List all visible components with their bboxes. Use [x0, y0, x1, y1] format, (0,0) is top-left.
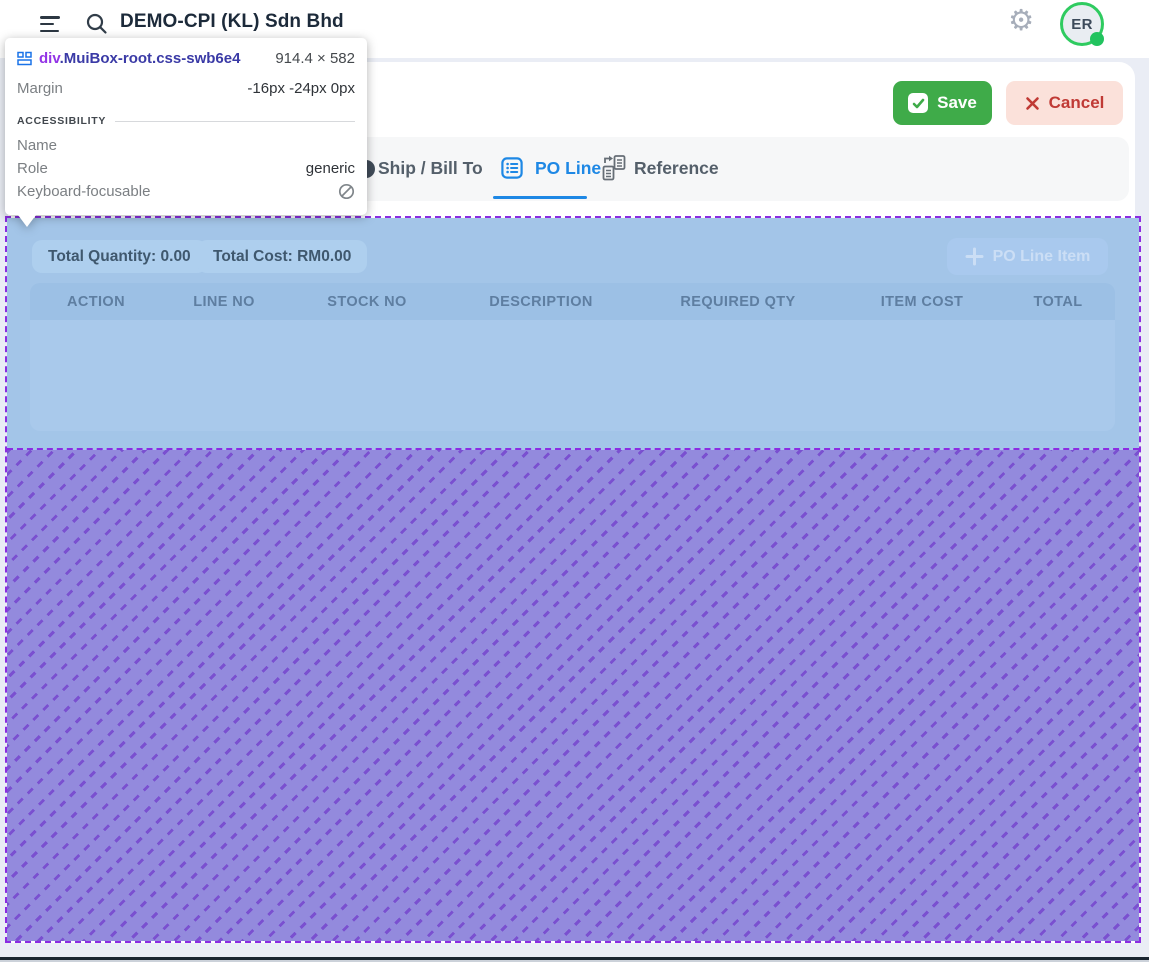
- tab-ship-bill-to[interactable]: Ship / Bill To: [378, 158, 483, 179]
- po-line-table-header: ACTION LINE NO STOCK NO DESCRIPTION REQU…: [30, 283, 1115, 320]
- devtools-tooltip: div.MuiBox-root.css-swb6e4 914.4 × 582 M…: [5, 38, 367, 215]
- save-button-label: Save: [937, 93, 977, 113]
- tab-po-line[interactable]: PO Line: [535, 158, 601, 179]
- cancel-button[interactable]: Cancel: [1006, 81, 1123, 125]
- online-status-dot: [1090, 32, 1104, 46]
- col-header-required-qty: REQUIRED QTY: [680, 294, 795, 310]
- margin-value: -16px -24px 0px: [247, 80, 355, 97]
- a11y-role-value: generic: [306, 160, 355, 177]
- add-po-line-item-button[interactable]: PO Line Item: [947, 238, 1108, 275]
- po-line-table-empty-body: [30, 320, 1115, 431]
- settings-gear-icon[interactable]: ⚙: [1008, 7, 1034, 36]
- inspected-selector: div.MuiBox-root.css-swb6e4: [39, 50, 240, 67]
- margin-label: Margin: [17, 80, 63, 97]
- col-header-description: DESCRIPTION: [489, 294, 593, 310]
- devtools-highlight-region: Total Quantity: 0.00 Total Cost: RM0.00 …: [5, 216, 1141, 943]
- cancel-x-icon: [1025, 96, 1040, 111]
- menu-icon[interactable]: [40, 16, 62, 36]
- col-header-item-cost: ITEM COST: [881, 294, 964, 310]
- po-line-list-icon: [500, 156, 524, 180]
- col-header-stock-no: STOCK NO: [327, 294, 406, 310]
- col-header-action: ACTION: [67, 294, 125, 310]
- a11y-role-label: Role: [17, 160, 48, 177]
- plus-icon: [965, 247, 984, 266]
- avatar-initials: ER: [1071, 16, 1092, 33]
- po-line-table: ACTION LINE NO STOCK NO DESCRIPTION REQU…: [30, 283, 1115, 431]
- tab-reference[interactable]: Reference: [634, 158, 719, 179]
- company-title: DEMO-CPI (KL) Sdn Bhd: [120, 11, 344, 33]
- save-check-icon: [908, 93, 928, 113]
- reference-pages-icon: [600, 154, 627, 182]
- add-po-line-item-label: PO Line Item: [993, 248, 1091, 266]
- col-header-line-no: LINE NO: [193, 294, 255, 310]
- col-header-total: TOTAL: [1034, 294, 1083, 310]
- active-tab-indicator: [493, 196, 587, 200]
- inspected-dimensions: 914.4 × 582: [275, 50, 355, 67]
- devtools-content-highlight: Total Quantity: 0.00 Total Cost: RM0.00 …: [7, 218, 1139, 450]
- total-quantity-chip: Total Quantity: 0.00: [32, 240, 207, 273]
- save-button[interactable]: Save: [893, 81, 992, 125]
- blocked-icon: [338, 183, 355, 200]
- user-avatar[interactable]: ER: [1060, 2, 1104, 46]
- element-badge-icon: [17, 51, 32, 66]
- accessibility-section-header: ACCESSIBILITY: [17, 115, 355, 127]
- total-cost-chip: Total Cost: RM0.00: [197, 240, 367, 273]
- a11y-keyboard-focusable-label: Keyboard-focusable: [17, 183, 150, 200]
- a11y-name-label: Name: [17, 137, 57, 154]
- devtools-margin-overlay: [7, 450, 1139, 941]
- cancel-button-label: Cancel: [1049, 93, 1105, 113]
- search-icon[interactable]: [84, 11, 110, 37]
